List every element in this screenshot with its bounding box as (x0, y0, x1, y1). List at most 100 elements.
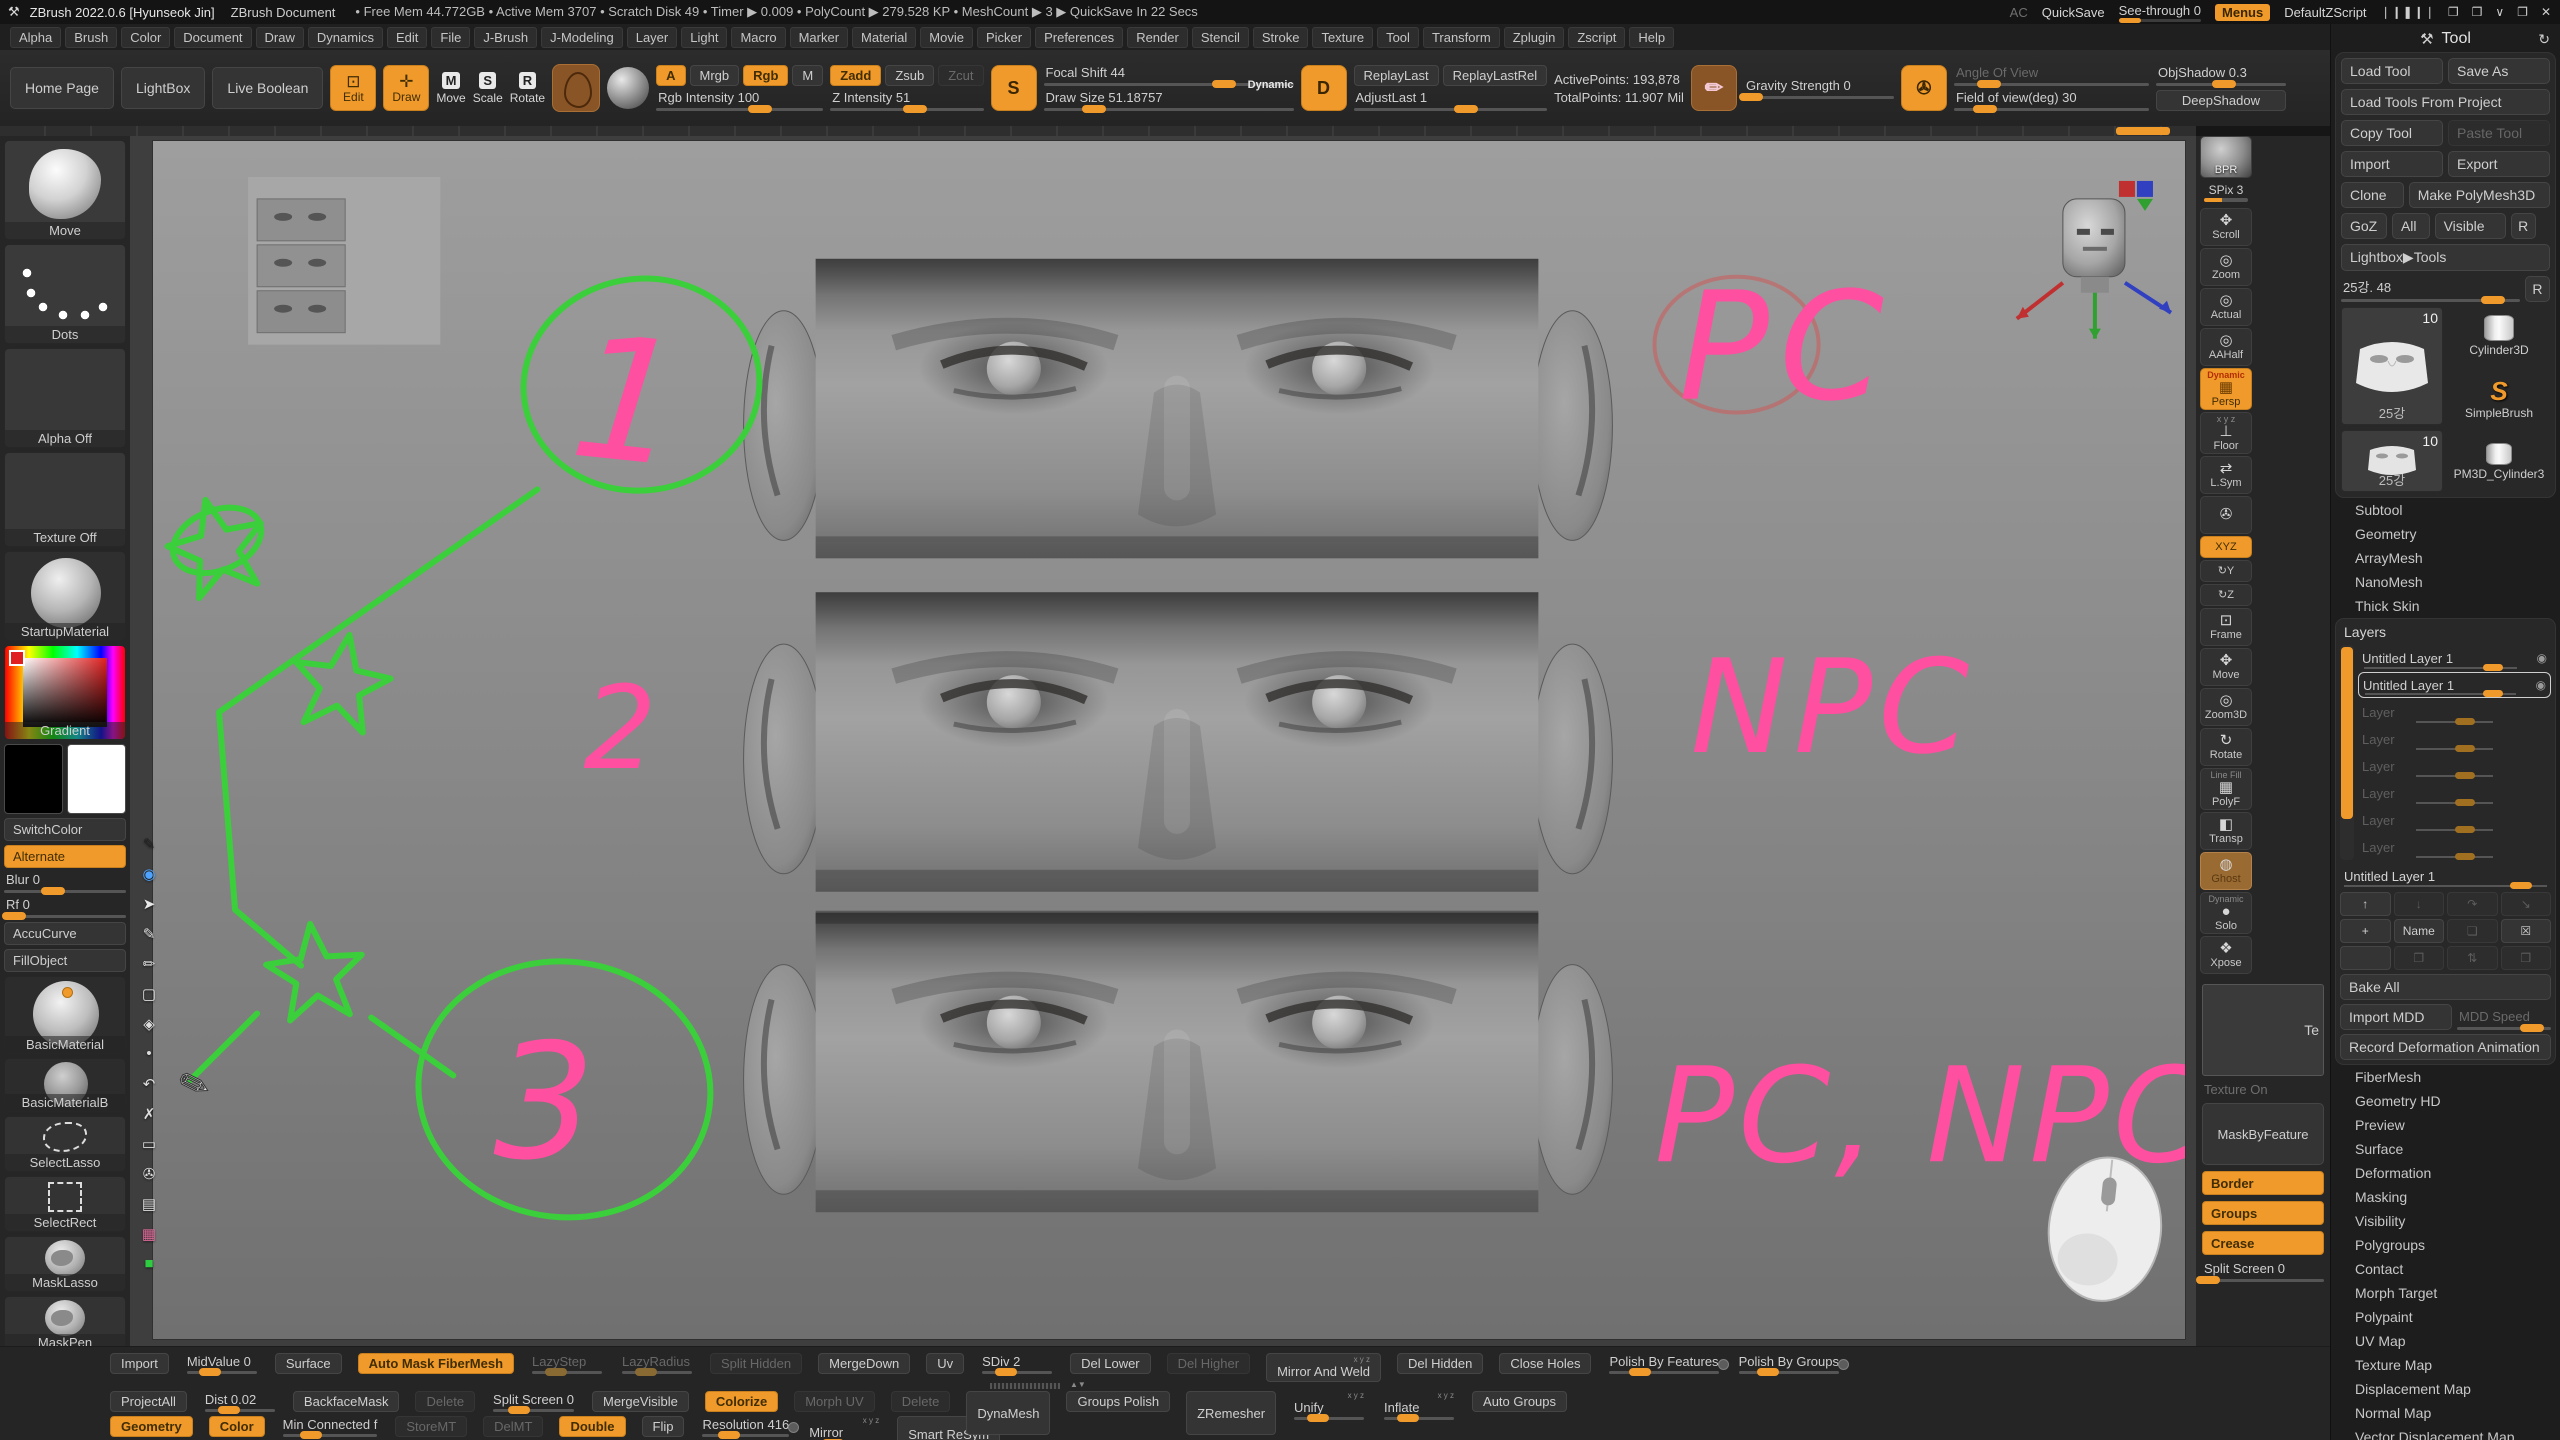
bpr-render-button[interactable]: BPR (2200, 136, 2252, 178)
zadd-toggle[interactable]: Zadd (830, 65, 881, 86)
default-zscript-button[interactable]: DefaultZScript (2284, 5, 2366, 20)
screen-icon[interactable]: ▭ (140, 1134, 159, 1153)
menu-item[interactable]: Edit (387, 27, 427, 48)
replay-last-button[interactable]: ReplayLast (1354, 65, 1439, 86)
angle-of-view-slider[interactable]: Angle Of View (1954, 65, 2149, 86)
dynamic-size-button[interactable]: D (1301, 65, 1347, 111)
deep-shadow-button[interactable]: DeepShadow (2156, 90, 2286, 111)
tool-section[interactable]: FiberMesh (2335, 1065, 2556, 1089)
layout-right-icon[interactable]: ❒ (2472, 5, 2484, 19)
tool-section[interactable]: Surface (2335, 1137, 2556, 1161)
shelf-control[interactable]: Close Holes (1499, 1353, 1591, 1374)
color-picker[interactable]: Gradient (4, 645, 126, 740)
shelf-control[interactable]: Del Lower (1070, 1353, 1151, 1374)
menus-button[interactable]: Menus (2215, 4, 2270, 21)
goz-r-button[interactable]: R (2511, 213, 2536, 239)
ghost-button[interactable]: ◍ Ghost (2200, 852, 2252, 890)
layer-action-button[interactable]: ☒ (2501, 919, 2552, 943)
layer-action-button[interactable]: ↓ (2394, 892, 2445, 916)
layout-left-icon[interactable]: ❐ (2448, 5, 2460, 19)
shelf-control[interactable]: Morph UV (794, 1391, 875, 1412)
shelf-control[interactable]: BackfaceMask (293, 1391, 400, 1412)
move-view-button[interactable]: ✥ Move (2200, 648, 2252, 686)
shelf-control[interactable]: MidValue 0 (185, 1353, 259, 1375)
tool-section[interactable]: Visibility (2335, 1209, 2556, 1233)
menu-item[interactable]: J-Brush (474, 27, 537, 48)
fill-object-button[interactable]: FillObject (4, 949, 126, 972)
crease-button[interactable]: Crease (2202, 1231, 2324, 1255)
layer-action-button[interactable] (2340, 946, 2391, 970)
shelf-control[interactable]: Dist 0.02 (203, 1391, 277, 1413)
field-of-view-slider[interactable]: Field of view(deg) 30 (1954, 90, 2149, 111)
shelf-control[interactable]: Split Hidden (710, 1353, 802, 1374)
shelf-control[interactable]: Split Screen 0 (491, 1391, 576, 1413)
shelf-control[interactable]: StoreMT (395, 1416, 467, 1437)
clipboard-icon[interactable]: ▤ (140, 1194, 159, 1213)
tool-section[interactable]: Texture Map (2335, 1353, 2556, 1377)
load-tools-from-project-button[interactable]: Load Tools From Project (2341, 89, 2550, 115)
rgb-toggle[interactable]: Rgb (743, 65, 788, 86)
menu-item[interactable]: J-Modeling (541, 27, 623, 48)
shelf-control[interactable]: ProjectAll (110, 1391, 187, 1412)
switch-color-button[interactable]: SwitchColor (4, 818, 126, 841)
persp-button[interactable]: Dynamic ▦ Persp (2200, 368, 2252, 410)
pen-indicator-icon[interactable]: ✎ (140, 834, 159, 853)
menu-item[interactable]: Color (121, 27, 170, 48)
load-tool-button[interactable]: Load Tool (2341, 58, 2443, 84)
tool-section[interactable]: Subtool (2335, 498, 2556, 522)
see-through-slider[interactable]: See-through 0 (2119, 3, 2201, 22)
sdiv-stepper[interactable]: ▲▼ (1070, 1380, 1086, 1389)
shelf-control[interactable]: Resolution 416 (700, 1416, 791, 1438)
paste-tool-button[interactable]: Paste Tool (2448, 120, 2550, 146)
tool-section[interactable]: ArrayMesh (2335, 546, 2556, 570)
color-a-toggle[interactable]: A (656, 65, 685, 86)
tool-section[interactable]: Geometry (2335, 522, 2556, 546)
shelf-control[interactable]: x y z Unify (1292, 1391, 1366, 1421)
Layer[interactable]: Layer ◉ (2358, 834, 2551, 860)
menu-item[interactable]: Zscript (1568, 27, 1625, 48)
Layer[interactable]: Layer ◉ (2358, 807, 2551, 833)
save-as-button[interactable]: Save As (2448, 58, 2550, 84)
record-deformation-button[interactable]: Record Deformation Animation (2340, 1034, 2551, 1060)
menu-item[interactable]: Stencil (1192, 27, 1249, 48)
menu-item[interactable]: Tool (1377, 27, 1419, 48)
dot-icon[interactable]: • (140, 1044, 159, 1063)
rf-slider[interactable]: Rf 0 (4, 897, 126, 918)
obj-shadow-slider[interactable]: ObjShadow 0.3 (2156, 65, 2286, 86)
aahalf-button[interactable]: ◎ AAHalf (2200, 328, 2252, 366)
clone-button[interactable]: Clone (2341, 182, 2404, 208)
menu-item[interactable]: File (431, 27, 470, 48)
pen-icon[interactable]: ✎ (140, 924, 159, 943)
undo-icon[interactable]: ↶ (140, 1074, 159, 1093)
tool-section[interactable]: Morph Target (2335, 1281, 2556, 1305)
sculpt-model-middle[interactable] (744, 592, 1613, 891)
shelf-control[interactable]: Auto Groups (1472, 1391, 1567, 1412)
rgb-intensity-slider[interactable]: Rgb Intensity 100 (656, 90, 823, 111)
menu-item[interactable]: Texture (1312, 27, 1373, 48)
current-brush-preview[interactable] (552, 64, 600, 112)
tool-section[interactable]: Geometry HD (2335, 1089, 2556, 1113)
shelf-scrubber[interactable] (0, 126, 2196, 136)
pencil-tool-button[interactable]: ✏ (1691, 65, 1737, 111)
shelf-control[interactable]: Flip (642, 1416, 685, 1437)
shelf-control[interactable]: Double (559, 1416, 625, 1437)
menu-item[interactable]: Material (852, 27, 916, 48)
shelf-control[interactable]: Del Hidden (1397, 1353, 1483, 1374)
m-toggle[interactable]: M (792, 65, 823, 86)
import-button[interactable]: Import (2341, 151, 2443, 177)
pencil-icon[interactable]: ✏ (140, 954, 159, 973)
tool-section[interactable]: Deformation (2335, 1161, 2556, 1185)
tool-item-cylinder3d[interactable]: Cylinder3D (2448, 307, 2550, 365)
layer-action-button[interactable]: ❐ (2394, 946, 2445, 970)
goz-visible-button[interactable]: Visible (2435, 213, 2506, 239)
layer-action-button[interactable]: ↷ (2447, 892, 2498, 916)
blur-slider[interactable]: Blur 0 (4, 872, 126, 893)
eye-icon[interactable]: ◉ (2537, 651, 2547, 665)
shelf-control[interactable]: Color (209, 1416, 265, 1437)
polyframe-button[interactable]: Line Fill ▦ PolyF (2200, 768, 2252, 810)
stroke-tile[interactable]: Dots (4, 244, 126, 344)
menu-item[interactable]: Dynamics (308, 27, 383, 48)
camera-icon[interactable]: ✇ (140, 1164, 159, 1183)
spix-slider[interactable]: SPix 3 (2200, 180, 2252, 206)
menu-item[interactable]: Brush (65, 27, 117, 48)
